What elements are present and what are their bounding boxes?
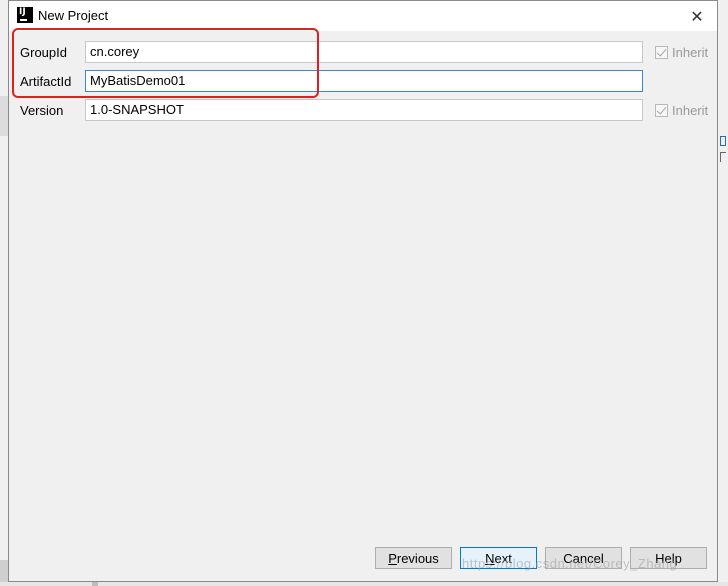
app-icon-letters: IJ [19,7,26,17]
background-window-left [0,0,8,586]
inherit-label: Inherit [672,44,709,60]
background-icon [720,136,726,146]
group-id-label: GroupId [20,45,67,60]
artifact-id-label: ArtifactId [20,74,72,89]
checkbox-checked-icon [655,103,668,117]
version-label: Version [20,103,64,118]
group-id-input[interactable]: cn.corey [85,41,643,63]
artifact-id-input[interactable]: MyBatisDemo01 [85,70,643,92]
background-window-right [718,0,728,586]
app-icon-underline [20,19,27,21]
version-inherit-checkbox[interactable]: Inherit [655,102,708,118]
background-separator [0,96,8,136]
group-id-row: GroupId cn.corey Inherit [9,41,717,65]
title-bar[interactable]: IJ New Project ✕ [9,1,717,31]
close-icon: ✕ [690,6,704,26]
artifact-id-row: ArtifactId MyBatisDemo01 [9,70,717,94]
dialog-content: GroupId cn.corey Inherit ArtifactId MyBa… [9,28,717,581]
background-icon [720,152,726,162]
previous-label: revious [396,550,439,566]
version-input[interactable]: 1.0-SNAPSHOT [85,99,643,121]
background-window-bottom [0,578,728,586]
previous-button[interactable]: Previous [375,547,452,569]
group-id-inherit-checkbox[interactable]: Inherit [655,44,708,60]
dialog-title: New Project [38,8,109,23]
intellij-app-icon: IJ [17,7,33,23]
version-row: Version 1.0-SNAPSHOT Inherit [9,99,717,123]
checkbox-checked-icon [655,45,668,59]
watermark-text: https://blog.csdn.net/Corey_Zhang [462,556,678,571]
inherit-label: Inherit [672,102,709,118]
previous-mnemonic: P [388,550,397,566]
new-project-dialog: IJ New Project ✕ GroupId cn.corey Inheri… [8,0,718,582]
close-button[interactable]: ✕ [677,1,717,31]
